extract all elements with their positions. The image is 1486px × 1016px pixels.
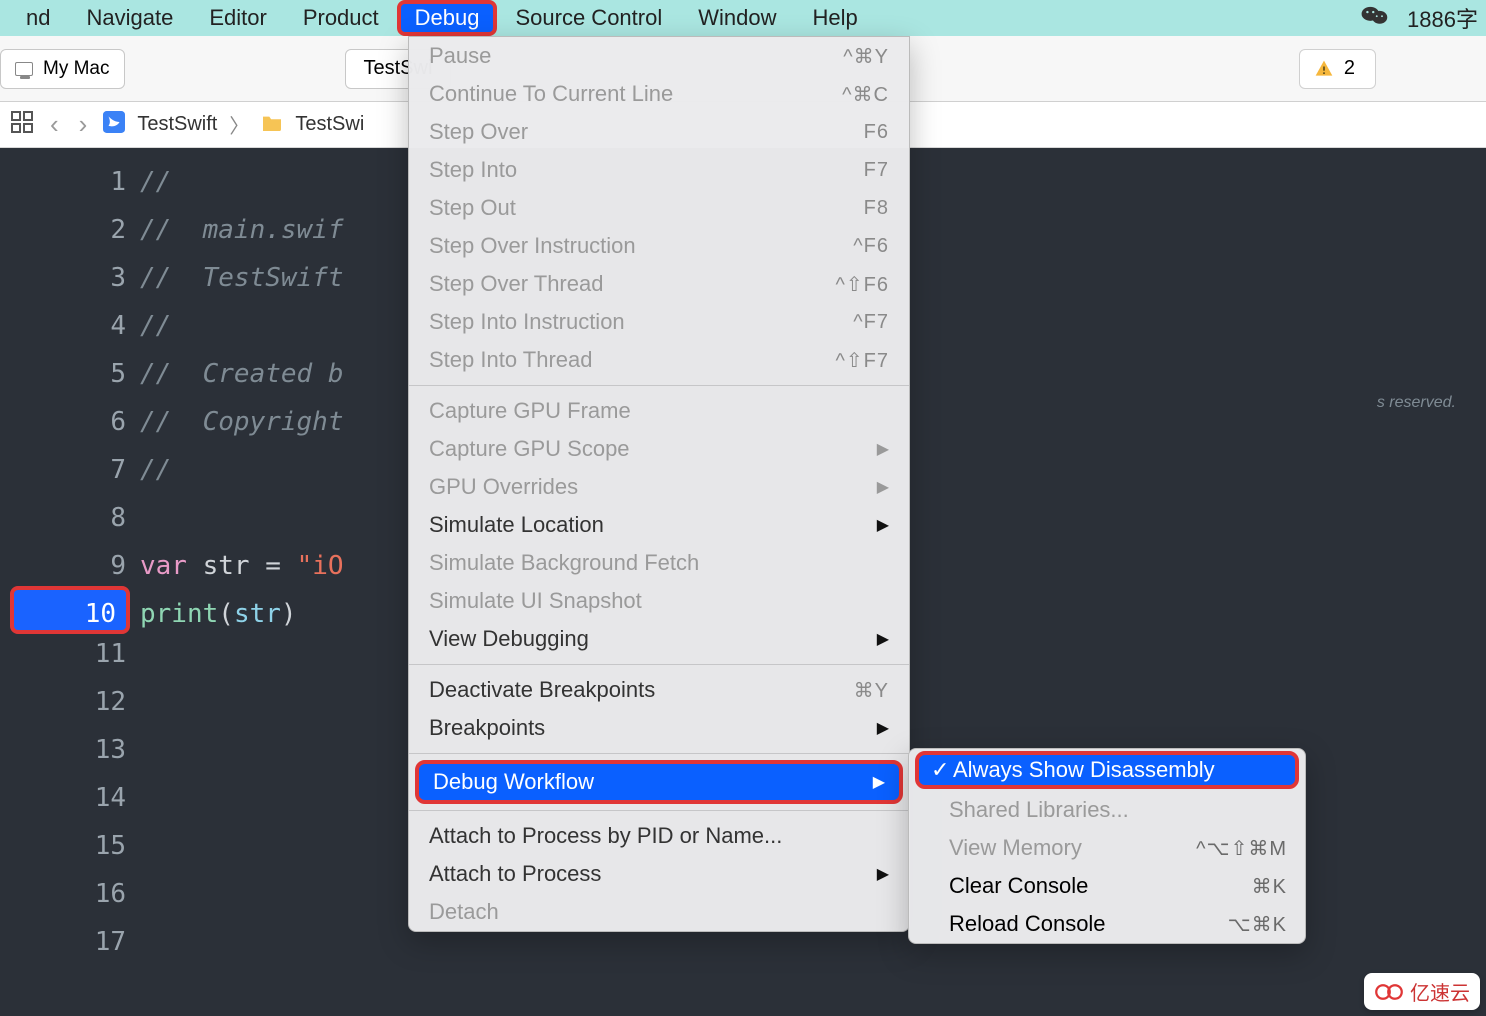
menu-source-control[interactable]: Source Control <box>497 0 680 36</box>
line-number[interactable]: 12 <box>0 678 126 726</box>
menuitem-attach-to-process-by-pid-or-name-[interactable]: Attach to Process by PID or Name... <box>409 817 909 855</box>
line-number[interactable]: 17 <box>0 918 126 966</box>
line-gutter[interactable]: 1234567891011121314151617 <box>0 148 140 1016</box>
check-icon: ✓ <box>931 757 949 783</box>
warning-icon <box>1314 59 1334 79</box>
line-number[interactable]: 11 <box>0 630 126 678</box>
menuitem-capture-gpu-frame: Capture GPU Frame <box>409 392 909 430</box>
menuitem-breakpoints[interactable]: Breakpoints▶ <box>409 709 909 747</box>
menuitem-step-into-thread: Step Into Thread^⇧F7 <box>409 341 909 379</box>
line-number[interactable]: 13 <box>0 726 126 774</box>
submenu-arrow-icon: ▶ <box>877 718 889 738</box>
breakpoint-line[interactable]: 10 <box>10 586 130 634</box>
submenu-arrow-icon: ▶ <box>873 772 885 792</box>
swift-file-icon <box>103 111 125 139</box>
line-number[interactable]: 15 <box>0 822 126 870</box>
submenuitem-shared-libraries-: Shared Libraries... <box>909 791 1305 829</box>
wechat-icon[interactable] <box>1361 4 1389 32</box>
menuitem-step-into-instruction: Step Into Instruction^F7 <box>409 303 909 341</box>
breadcrumb-folder[interactable]: TestSwi <box>295 113 364 136</box>
forward-button[interactable]: › <box>75 109 92 140</box>
build-status[interactable]: 2 <box>1299 49 1376 89</box>
chevron-right-icon: 〉 <box>229 110 249 139</box>
menu-help[interactable]: Help <box>794 0 875 36</box>
menu-product[interactable]: Product <box>285 0 397 36</box>
menuitem-step-over-thread: Step Over Thread^⇧F6 <box>409 265 909 303</box>
menu-nd[interactable]: nd <box>8 0 68 36</box>
submenu-arrow-icon: ▶ <box>877 864 889 884</box>
line-number[interactable]: 8 <box>0 494 126 542</box>
debug-workflow-submenu: ✓Always Show DisassemblyShared Libraries… <box>908 748 1306 944</box>
menuitem-pause: Pause^⌘Y <box>409 37 909 75</box>
menuitem-simulate-background-fetch: Simulate Background Fetch <box>409 544 909 582</box>
menuitem-step-over-instruction: Step Over Instruction^F6 <box>409 227 909 265</box>
watermark: 亿速云 <box>1364 973 1480 1010</box>
warning-count: 2 <box>1344 57 1355 80</box>
menu-editor[interactable]: Editor <box>191 0 284 36</box>
menuitem-step-over: Step OverF6 <box>409 113 909 151</box>
line-number[interactable]: 16 <box>0 870 126 918</box>
line-number[interactable]: 14 <box>0 774 126 822</box>
menuitem-gpu-overrides: GPU Overrides▶ <box>409 468 909 506</box>
menu-window[interactable]: Window <box>680 0 794 36</box>
code-tail-comment: s reserved. <box>1377 394 1456 412</box>
breadcrumb-project[interactable]: TestSwift <box>137 113 217 136</box>
menuitem-view-debugging[interactable]: View Debugging▶ <box>409 620 909 658</box>
line-number[interactable]: 9 <box>0 542 126 590</box>
menuitem-deactivate-breakpoints[interactable]: Deactivate Breakpoints⌘Y <box>409 671 909 709</box>
menuitem-attach-to-process[interactable]: Attach to Process▶ <box>409 855 909 893</box>
menu-debug[interactable]: Debug <box>397 0 498 36</box>
menuitem-simulate-ui-snapshot: Simulate UI Snapshot <box>409 582 909 620</box>
debug-menu-dropdown: Pause^⌘YContinue To Current Line^⌘CStep … <box>408 36 910 932</box>
scheme-label: My Mac <box>43 58 110 80</box>
menuitem-detach: Detach <box>409 893 909 931</box>
folder-icon <box>261 113 283 137</box>
related-items-icon[interactable] <box>10 110 34 140</box>
menuitem-continue-to-current-line: Continue To Current Line^⌘C <box>409 75 909 113</box>
submenu-arrow-icon: ▶ <box>877 477 889 497</box>
submenuitem-always-show-disassembly[interactable]: ✓Always Show Disassembly <box>915 751 1299 789</box>
menuitem-simulate-location[interactable]: Simulate Location▶ <box>409 506 909 544</box>
menu-navigate[interactable]: Navigate <box>68 0 191 36</box>
menuitem-capture-gpu-scope: Capture GPU Scope▶ <box>409 430 909 468</box>
menuitem-debug-workflow[interactable]: Debug Workflow▶ <box>415 760 903 804</box>
menuitem-step-out: Step OutF8 <box>409 189 909 227</box>
menuitem-step-into: Step IntoF7 <box>409 151 909 189</box>
submenu-arrow-icon: ▶ <box>877 515 889 535</box>
ime-status: 1886字 <box>1407 2 1478 34</box>
line-number[interactable]: 1 <box>0 158 126 206</box>
line-number[interactable]: 5 <box>0 350 126 398</box>
submenuitem-clear-console[interactable]: Clear Console⌘K <box>909 867 1305 905</box>
submenuitem-reload-console[interactable]: Reload Console⌥⌘K <box>909 905 1305 943</box>
back-button[interactable]: ‹ <box>46 109 63 140</box>
scheme-selector[interactable]: My Mac <box>0 49 125 89</box>
menubar: ndNavigateEditorProductDebugSource Contr… <box>0 0 1486 36</box>
line-number[interactable]: 4 <box>0 302 126 350</box>
line-number[interactable]: 6 <box>0 398 126 446</box>
line-number[interactable]: 3 <box>0 254 126 302</box>
line-number[interactable]: 2 <box>0 206 126 254</box>
submenuitem-view-memory: View Memory^⌥⇧⌘M <box>909 829 1305 867</box>
mac-icon <box>15 62 33 76</box>
line-number[interactable]: 7 <box>0 446 126 494</box>
submenu-arrow-icon: ▶ <box>877 629 889 649</box>
submenu-arrow-icon: ▶ <box>877 439 889 459</box>
